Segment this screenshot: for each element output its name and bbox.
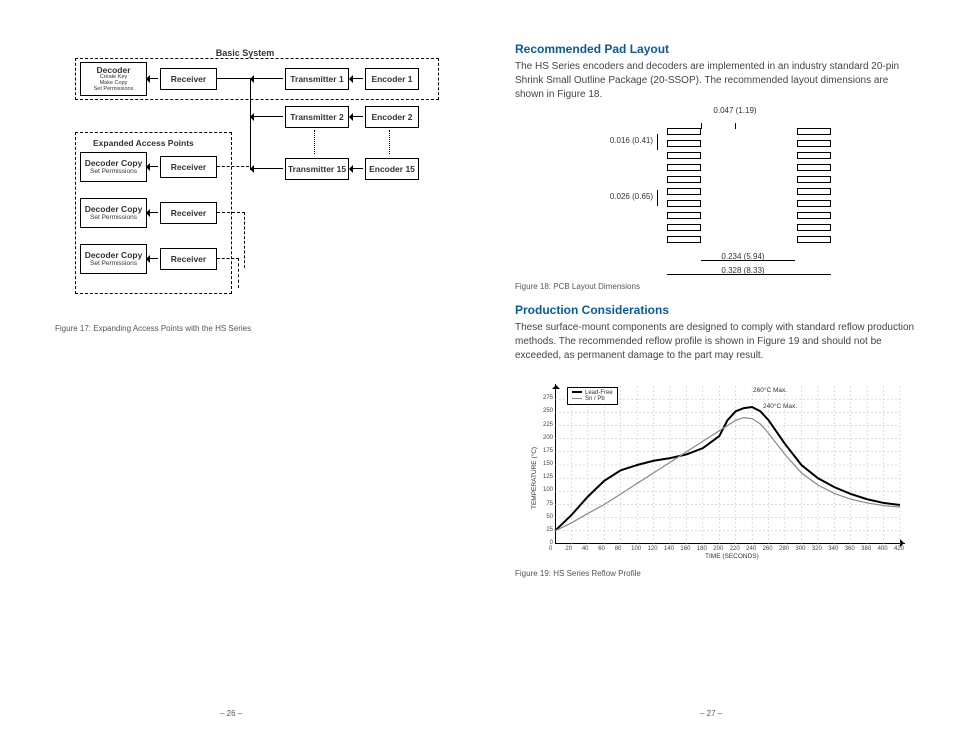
label-240c: 240°C Max. xyxy=(763,403,797,410)
page-right: Recommended Pad Layout The HS Series enc… xyxy=(515,30,915,578)
dc2-title: Decoder Copy xyxy=(85,205,143,214)
fig19-caption: Figure 19: HS Series Reflow Profile xyxy=(515,569,915,578)
page-left: Basic System Decoder Create Key Make Cop… xyxy=(45,30,445,333)
block-decoder-copy-3: Decoder Copy Set Permissions xyxy=(80,244,147,274)
line xyxy=(250,78,251,170)
dashed-line xyxy=(238,258,239,288)
dc1-title: Decoder Copy xyxy=(85,159,143,168)
block-receiver-4: Receiver xyxy=(160,248,217,270)
heading-production: Production Considerations xyxy=(515,303,915,317)
block-decoder-copy-2: Decoder Copy Set Permissions xyxy=(80,198,147,228)
dim-height: 0.026 (0.65) xyxy=(603,192,653,201)
page-number-right: – 27 – xyxy=(700,709,722,718)
block-enc-2: Encoder 2 xyxy=(365,106,419,128)
reflow-chart: Lead-Free Sn / Pb 260°C Max. 240°C Max. … xyxy=(525,369,905,559)
x-axis-label: TIME (SECONDS) xyxy=(705,553,759,560)
diagram-title: Basic System xyxy=(45,48,445,58)
arrow xyxy=(251,116,283,117)
block-diagram: Basic System Decoder Create Key Make Cop… xyxy=(45,30,445,310)
arrow xyxy=(350,116,363,117)
dc2-sub: Set Permissions xyxy=(90,214,137,221)
dotted-line xyxy=(314,130,316,154)
dashed-line xyxy=(217,166,249,167)
arrow xyxy=(147,166,158,167)
arrow xyxy=(350,78,363,79)
dotted-line xyxy=(389,130,391,154)
block-tx-15: Transmitter 15 xyxy=(285,158,349,180)
dc1-sub: Set Permissions xyxy=(90,168,137,175)
arrow xyxy=(251,78,283,79)
dc3-title: Decoder Copy xyxy=(85,251,143,260)
arrow xyxy=(350,168,363,169)
heading-pad-layout: Recommended Pad Layout xyxy=(515,42,915,56)
block-tx-2: Transmitter 2 xyxy=(285,106,349,128)
expanded-label: Expanded Access Points xyxy=(93,138,194,148)
dc3-sub: Set Permissions xyxy=(90,260,137,267)
dim-width: 0.047 (1.19) xyxy=(705,106,765,115)
fig17-caption: Figure 17: Expanding Access Points with … xyxy=(55,324,445,333)
decoder-lines: Create Key Make Copy Set Permissions xyxy=(94,75,134,92)
arrow xyxy=(147,212,158,213)
dim-pitch: 0.016 (0.41) xyxy=(603,136,653,145)
fig18-caption: Figure 18: PCB Layout Dimensions xyxy=(515,282,915,291)
chart-legend: Lead-Free Sn / Pb xyxy=(567,387,618,405)
block-receiver-2: Receiver xyxy=(160,156,217,178)
block-receiver-1: Receiver xyxy=(160,68,217,90)
dashed-line xyxy=(217,212,245,213)
block-receiver-3: Receiver xyxy=(160,202,217,224)
arrow xyxy=(147,258,158,259)
page-number-left: – 26 – xyxy=(220,709,242,718)
block-decoder: Decoder Create Key Make Copy Set Permiss… xyxy=(80,62,147,96)
legend-snpb: Sn / Pb xyxy=(585,396,605,402)
block-enc-1: Encoder 1 xyxy=(365,68,419,90)
block-decoder-copy-1: Decoder Copy Set Permissions xyxy=(80,152,147,182)
block-tx-1: Transmitter 1 xyxy=(285,68,349,90)
block-enc-15: Encoder 15 xyxy=(365,158,419,180)
arrow xyxy=(251,168,283,169)
pad-layout-figure: /*noop*/ 0.047 (1.19) 0.016 (0.41) 0.026… xyxy=(555,108,875,278)
para-production: These surface-mount components are desig… xyxy=(515,321,915,363)
arrow xyxy=(147,78,158,79)
para-pad-layout: The HS Series encoders and decoders are … xyxy=(515,60,915,102)
label-260c: 260°C Max. xyxy=(753,387,787,394)
dashed-line xyxy=(217,258,239,259)
dashed-line xyxy=(244,212,245,268)
